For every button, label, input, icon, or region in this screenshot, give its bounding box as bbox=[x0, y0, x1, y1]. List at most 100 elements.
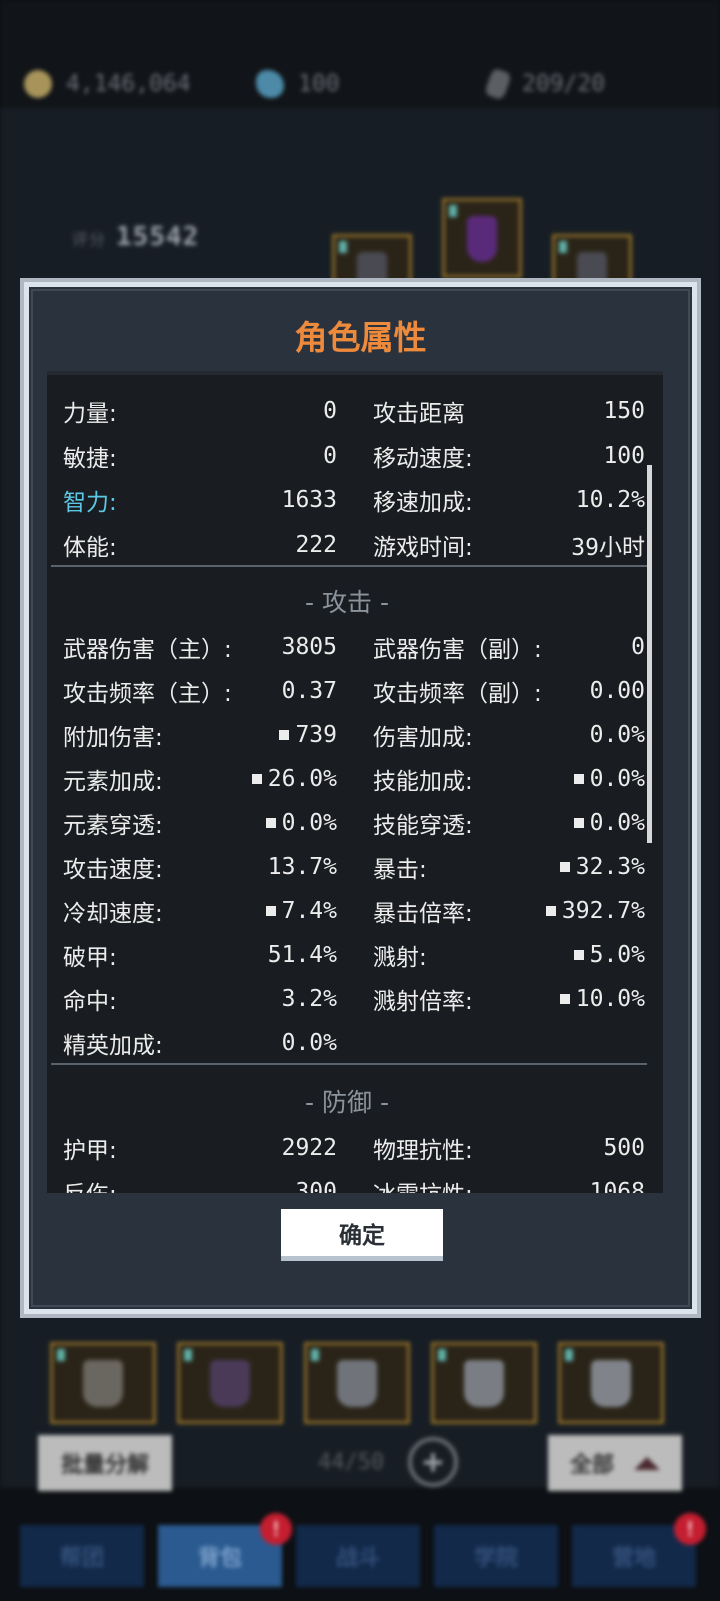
attribute-value: 150 bbox=[603, 398, 645, 424]
attribute-row: 附加伤害: 739 伤害加成: 0.0% bbox=[47, 713, 663, 757]
stone-icon bbox=[483, 67, 513, 101]
attribute-value: 13.7% bbox=[267, 854, 337, 880]
attribute-row: 攻击速度: 13.7% 暴击: 32.3% bbox=[47, 845, 663, 889]
attribute-value: 100 bbox=[603, 442, 645, 469]
attribute-label: 武器伤害（副）: bbox=[373, 637, 542, 663]
attribute-label: 命中: bbox=[63, 989, 117, 1015]
bonus-square-icon bbox=[573, 774, 584, 784]
attribute-label: 力量: bbox=[63, 401, 117, 427]
attribute-value: 0 bbox=[323, 398, 337, 424]
inventory-slot[interactable] bbox=[558, 1342, 664, 1424]
gold-coin-icon bbox=[24, 70, 52, 98]
inventory-slot[interactable] bbox=[50, 1342, 156, 1424]
section-divider bbox=[51, 1063, 647, 1065]
attribute-label: 物理抗性: bbox=[373, 1138, 473, 1164]
attribute-label: 攻击速度: bbox=[63, 857, 163, 883]
dialog-title: 角色属性 bbox=[294, 318, 427, 357]
attribute-row: 敏捷: 0 移动速度: 100 bbox=[47, 434, 663, 478]
attribute-label: 溅射倍率: bbox=[373, 989, 473, 1015]
gold-resource: 4,146,064 bbox=[24, 66, 191, 102]
score-label: 评分 bbox=[72, 230, 107, 249]
nav-tab-battle[interactable]: 战斗 bbox=[296, 1525, 420, 1587]
expand-bag-button[interactable]: + bbox=[408, 1437, 458, 1487]
attribute-value: 1633 bbox=[281, 487, 337, 513]
stone-resource: 209/20 bbox=[483, 66, 605, 102]
attribute-row: 元素加成: 26.0% 技能加成: 0.0% bbox=[47, 757, 663, 801]
attribute-label: 攻击距离 bbox=[373, 401, 465, 427]
attribute-label: 反伤: bbox=[63, 1170, 117, 1193]
attribute-value: 7.4% bbox=[265, 889, 337, 933]
triangle-up-icon bbox=[634, 1456, 660, 1470]
attribute-row: 力量: 0 攻击距离 150 bbox=[47, 389, 663, 433]
nav-tab-bag[interactable]: 背包! bbox=[158, 1513, 292, 1587]
inventory-slot[interactable] bbox=[177, 1342, 283, 1424]
gem-icon bbox=[256, 70, 284, 98]
attribute-value: 3805 bbox=[281, 634, 337, 660]
section-title-defense: - 防御 - bbox=[305, 1088, 389, 1117]
attribute-value: 739 bbox=[279, 713, 337, 757]
notification-badge: ! bbox=[674, 1513, 706, 1545]
attribute-label: 移动速度: bbox=[373, 445, 473, 472]
attribute-value: 0.00 bbox=[589, 678, 645, 704]
score-value: 15542 bbox=[116, 222, 200, 252]
nav-tab-academy[interactable]: 学院 bbox=[434, 1525, 558, 1587]
attribute-value: 0.0% bbox=[589, 722, 645, 748]
dialog-panel: 角色属性 力量: 0 攻击距离 150 敏捷: 0 移动速度: 100 智力: 1633 移速加成:… bbox=[24, 282, 697, 1314]
attribute-value: 300 bbox=[295, 1179, 337, 1193]
bag-capacity: 44/50 bbox=[318, 1450, 385, 1475]
score: 评分 15542 bbox=[72, 222, 199, 252]
batch-decompose-button[interactable]: 批量分解 bbox=[38, 1435, 172, 1491]
gear-item-icon bbox=[467, 215, 497, 262]
inventory-slot[interactable] bbox=[304, 1342, 410, 1424]
attribute-row: 反伤: 300 冰雷抗性: 1068 bbox=[47, 1170, 663, 1193]
nav-tab-camp[interactable]: 营地! bbox=[572, 1513, 706, 1587]
boots-icon bbox=[591, 1360, 631, 1408]
attribute-value: 0.0% bbox=[573, 757, 645, 801]
nav-tab-bag-label: 背包 bbox=[197, 1546, 242, 1571]
attribute-value: 392.7% bbox=[545, 889, 645, 933]
attribute-row: 智力: 1633 移速加成: 10.2% bbox=[47, 478, 663, 522]
attribute-label: 技能加成: bbox=[373, 769, 473, 795]
attribute-value: 3.2% bbox=[281, 986, 337, 1012]
attribute-label: 精英加成: bbox=[63, 1033, 163, 1059]
attribute-label: 攻击频率（副）: bbox=[373, 681, 542, 707]
attributes-scroll-area[interactable]: 力量: 0 攻击距离 150 敏捷: 0 移动速度: 100 智力: 1633 移速加成: 10.2%… bbox=[47, 371, 663, 1193]
confirm-button[interactable]: 确定 bbox=[281, 1209, 443, 1261]
attribute-label: 移速加成: bbox=[373, 490, 473, 516]
boots-icon bbox=[210, 1360, 250, 1408]
section-title-attack: - 攻击 - bbox=[305, 588, 389, 617]
attribute-row: 命中: 3.2% 溅射倍率: 10.0% bbox=[47, 977, 663, 1021]
bonus-square-icon bbox=[279, 730, 290, 740]
bonus-square-icon bbox=[265, 906, 276, 916]
attribute-row: 破甲: 51.4% 溅射: 5.0% bbox=[47, 933, 663, 977]
scrollbar-thumb[interactable] bbox=[647, 465, 652, 843]
equipment-slot[interactable] bbox=[442, 198, 522, 278]
inventory-slot[interactable] bbox=[431, 1342, 537, 1424]
bonus-square-icon bbox=[265, 818, 276, 828]
attribute-label: 破甲: bbox=[63, 945, 117, 971]
attribute-value: 10.0% bbox=[559, 977, 645, 1021]
attribute-label: 元素穿透: bbox=[63, 813, 163, 839]
attribute-row: 攻击频率（主）: 0.37 攻击频率（副）: 0.00 bbox=[47, 669, 663, 713]
attribute-value: 0 bbox=[631, 634, 645, 660]
attribute-value: 0.0% bbox=[265, 801, 337, 845]
bonus-square-icon bbox=[573, 818, 584, 828]
attribute-value: 5.0% bbox=[573, 933, 645, 977]
nav-tab-guild[interactable]: 帮团 bbox=[20, 1525, 144, 1587]
attribute-row: 护甲: 2922 物理抗性: 500 bbox=[47, 1126, 663, 1170]
attribute-label: 武器伤害（主）: bbox=[63, 637, 232, 663]
attribute-value: 39小时 bbox=[571, 534, 645, 561]
attribute-value: 222 bbox=[295, 531, 337, 558]
attribute-value: 32.3% bbox=[559, 845, 645, 889]
filter-all-label: 全部 bbox=[569, 1453, 614, 1478]
attribute-label: 智力: bbox=[63, 490, 117, 516]
leggings-icon bbox=[83, 1360, 123, 1408]
character-attributes-dialog: 角色属性 力量: 0 攻击距离 150 敏捷: 0 移动速度: 100 智力: 1633 移速加成:… bbox=[20, 278, 701, 1318]
filter-all-button[interactable]: 全部 bbox=[548, 1435, 682, 1491]
attribute-label: 体能: bbox=[63, 534, 117, 561]
boots-icon bbox=[464, 1360, 504, 1408]
bonus-square-icon bbox=[559, 994, 570, 1004]
attribute-row: 精英加成: 0.0% bbox=[47, 1021, 663, 1065]
attribute-label: 冰雷抗性: bbox=[373, 1170, 473, 1193]
attribute-value: 26.0% bbox=[251, 757, 337, 801]
